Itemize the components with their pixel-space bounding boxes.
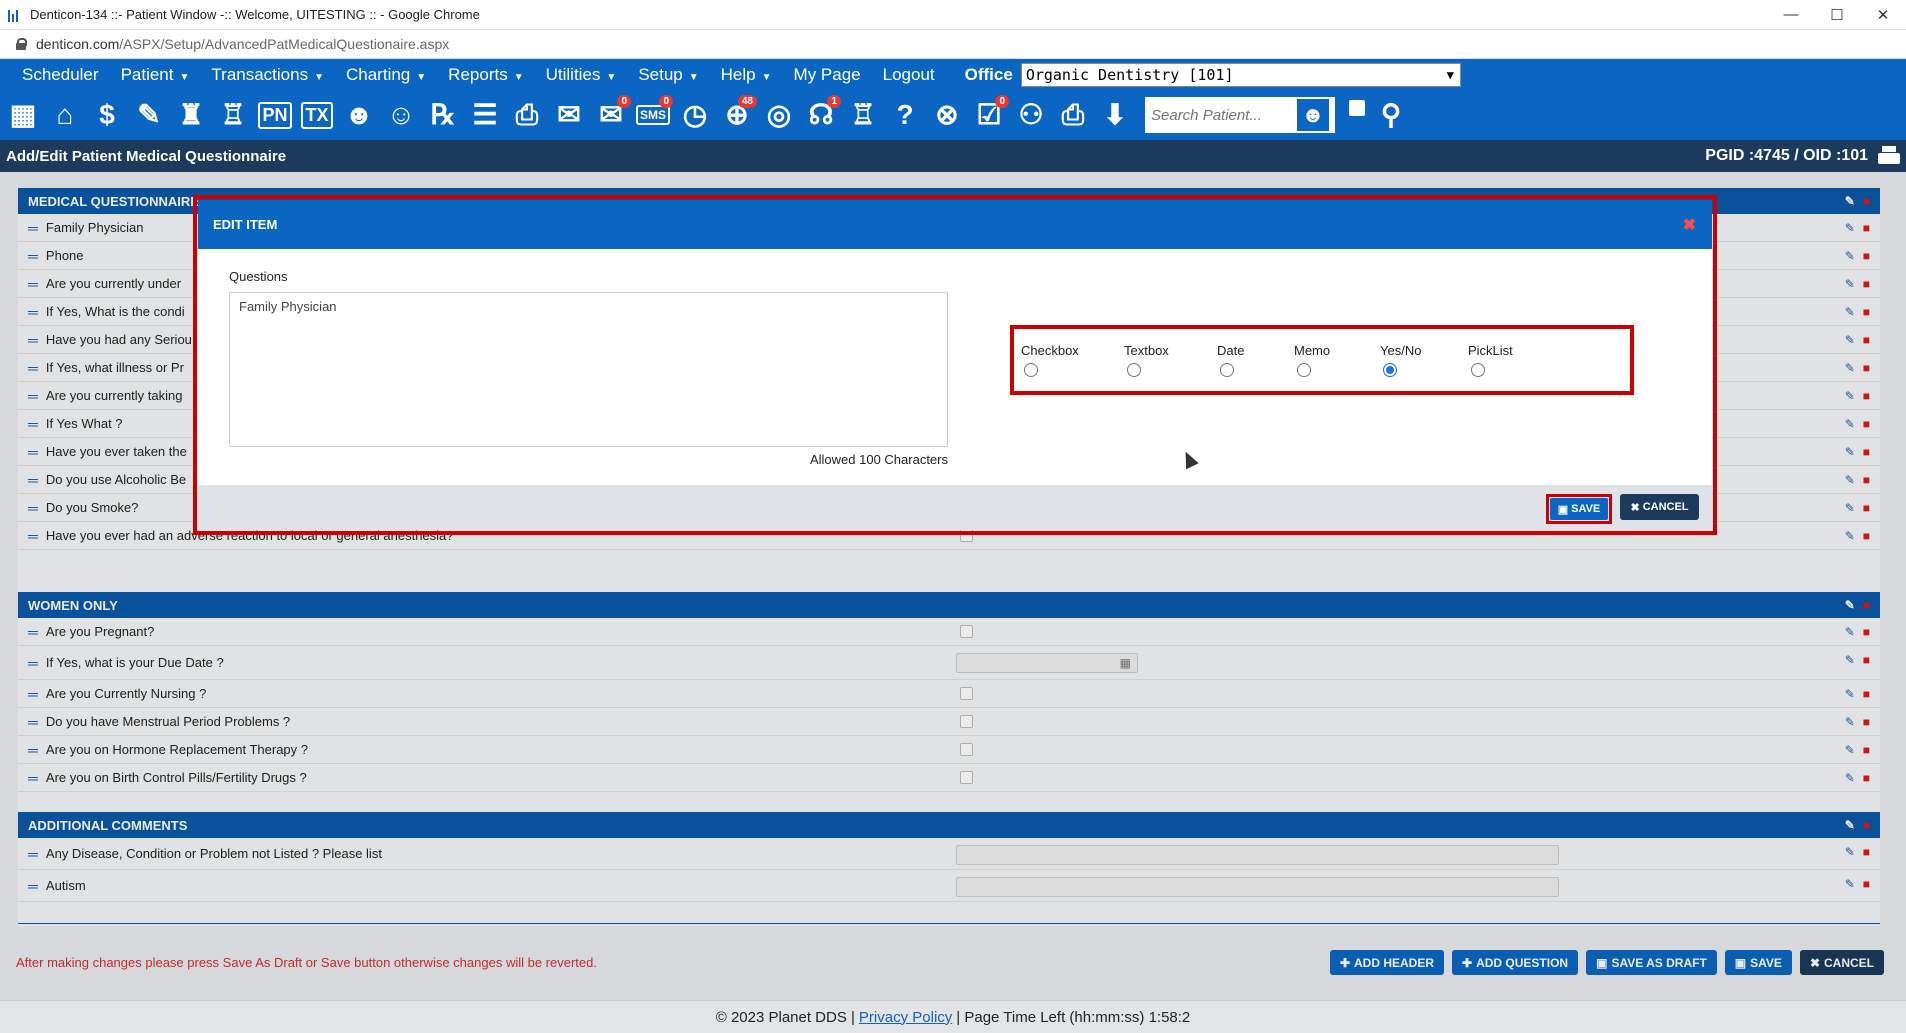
sms-icon[interactable]: SMS 0	[635, 95, 673, 133]
home-icon[interactable]: ⌂	[47, 97, 83, 133]
dropdown-arrow-icon: ▼	[1446, 67, 1454, 82]
caret-down-icon: ▼	[179, 71, 190, 83]
dollar-icon[interactable]: $	[89, 97, 125, 133]
family-icon[interactable]: ⚇	[1013, 97, 1049, 133]
close-window-button[interactable]: ✕	[1860, 0, 1906, 30]
nav-logout[interactable]: Logout	[883, 65, 935, 85]
tooth-icon[interactable]: ♜	[173, 97, 209, 133]
clock-icon[interactable]: ◷	[677, 97, 713, 133]
patient-search: ☻	[1145, 97, 1335, 133]
privacy-policy-link[interactable]: Privacy Policy	[859, 1009, 952, 1026]
nav-setup[interactable]: Setup ▼	[638, 65, 698, 85]
pen-icon[interactable]: ✎	[131, 97, 167, 133]
chat-icon[interactable]: ✉ 0	[593, 95, 631, 133]
edit-item-modal: EDIT ITEM ✖ Questions Family Physician A…	[198, 200, 1712, 530]
printer-icon[interactable]: ⎙	[1055, 97, 1091, 133]
modal-footer: ▣ SAVE ✖ CANCEL	[198, 485, 1712, 530]
caret-down-icon: ▼	[513, 71, 524, 83]
page-header: Add/Edit Patient Medical Questionnaire P…	[0, 140, 1906, 172]
tx-icon[interactable]: TX	[299, 97, 335, 133]
print-page-icon[interactable]	[1878, 146, 1900, 166]
tooth-outline-icon[interactable]: ♖	[845, 97, 881, 133]
type-option-memo[interactable]: Memo	[1294, 343, 1330, 377]
answer-type-group: Checkbox Textbox Date Memo Yes/No PickLi…	[1016, 331, 1628, 389]
radio-date[interactable]	[1220, 363, 1234, 377]
url-text[interactable]: denticon.com/ASPX/Setup/AdvancedPatMedic…	[36, 36, 449, 52]
group-search-icon[interactable]: ⚲	[1373, 97, 1409, 133]
nav-charting[interactable]: Charting ▼	[346, 65, 426, 85]
patient-add-icon[interactable]: ☻	[341, 97, 377, 133]
radio-textbox[interactable]	[1127, 363, 1141, 377]
headset-icon[interactable]: ☊ 1	[803, 95, 841, 133]
caret-down-icon: ▼	[761, 71, 772, 83]
modal-title: EDIT ITEM	[213, 217, 278, 232]
maximize-button[interactable]: ☐	[1814, 0, 1860, 30]
nav-patient[interactable]: Patient ▼	[121, 65, 190, 85]
radio-checkbox[interactable]	[1024, 363, 1038, 377]
questions-label: Questions	[229, 269, 288, 284]
print-doc-icon[interactable]: ⎙	[509, 97, 545, 133]
nav-transactions[interactable]: Transactions ▼	[211, 65, 324, 85]
office-label: Office	[964, 64, 1013, 84]
toolbar-checkbox[interactable]	[1349, 100, 1365, 116]
footer: © 2023 Planet DDS | Privacy Policy | Pag…	[0, 1000, 1906, 1033]
nav-reports[interactable]: Reports ▼	[448, 65, 523, 85]
window-title: Denticon-134 ::- Patient Window -:: Welc…	[30, 7, 480, 22]
globe-icon[interactable]: ⊗	[929, 97, 965, 133]
globe-users-icon[interactable]: ⊕ 48	[719, 95, 757, 133]
mail-icon[interactable]: ✉	[551, 97, 587, 133]
lock-icon	[16, 38, 27, 50]
site-favicon-icon	[8, 8, 22, 22]
radio-memo[interactable]	[1297, 363, 1311, 377]
notes-icon[interactable]: ☰	[467, 97, 503, 133]
caret-down-icon: ▼	[688, 71, 699, 83]
patient-plus-icon[interactable]: ☺	[383, 97, 419, 133]
modal-cancel-button[interactable]: ✖ CANCEL	[1620, 494, 1699, 520]
user-search-icon[interactable]: ☻	[1295, 97, 1331, 133]
rx-icon[interactable]: ℞	[425, 97, 461, 133]
nav-my-page[interactable]: My Page	[794, 65, 861, 85]
main-nav: Scheduler Patient ▼ Transactions ▼ Chartin…	[0, 59, 1906, 90]
caret-down-icon: ▼	[314, 71, 324, 83]
search-patient-input[interactable]	[1145, 98, 1295, 132]
tooth-roots-icon[interactable]: ♖	[215, 97, 251, 133]
calendar-icon[interactable]: ▦	[5, 97, 41, 133]
browser-titlebar: Denticon-134 ::- Patient Window -:: Welc…	[0, 0, 1906, 30]
type-option-picklist[interactable]: PickList	[1468, 343, 1513, 377]
close-icon[interactable]: ✖	[1683, 215, 1696, 235]
download-icon[interactable]: ⬇	[1097, 97, 1133, 133]
doc-check-icon[interactable]: ☑ 0	[971, 95, 1009, 133]
floppy-icon: ▣	[1557, 503, 1569, 516]
type-option-yes-no[interactable]: Yes/No	[1380, 343, 1421, 377]
modal-save-button[interactable]: ▣ SAVE	[1550, 498, 1608, 520]
radio-picklist[interactable]	[1471, 363, 1485, 377]
radio-yes-no[interactable]	[1383, 363, 1397, 377]
caret-down-icon: ▼	[606, 71, 617, 83]
pn-icon[interactable]: PN	[257, 97, 293, 133]
caret-down-icon: ▼	[416, 71, 427, 83]
type-option-textbox[interactable]: Textbox	[1124, 343, 1169, 377]
type-option-date[interactable]: Date	[1217, 343, 1244, 377]
modal-header: EDIT ITEM ✖	[198, 200, 1712, 249]
pgid-oid: PGID :4745 / OID :101	[1705, 147, 1868, 164]
type-option-checkbox[interactable]: Checkbox	[1021, 343, 1079, 377]
nav-utilities[interactable]: Utilities ▼	[546, 65, 617, 85]
tooth-help-icon[interactable]: ?	[887, 97, 923, 133]
question-textarea[interactable]: Family Physician	[229, 292, 948, 447]
nav-scheduler[interactable]: Scheduler	[22, 65, 99, 85]
office-select[interactable]: Organic Dentistry [101] ▼	[1020, 62, 1461, 87]
page-title: Add/Edit Patient Medical Questionnaire	[6, 147, 287, 165]
char-limit-text: Allowed 100 Characters	[809, 452, 948, 467]
close-icon: ✖	[1630, 501, 1640, 514]
support-icon[interactable]: ◎	[761, 97, 797, 133]
address-bar[interactable]: denticon.com/ASPX/Setup/AdvancedPatMedic…	[0, 30, 1906, 59]
nav-help[interactable]: Help ▼	[721, 65, 772, 85]
minimize-button[interactable]: —	[1768, 0, 1814, 30]
icon-toolbar: ▦ ⌂ $ ✎ ♜ ♖ PN TX ☻ ☺ ℞ ☰ ⎙ ✉ ✉ 0 SMS 0 ◷ …	[0, 90, 1906, 140]
